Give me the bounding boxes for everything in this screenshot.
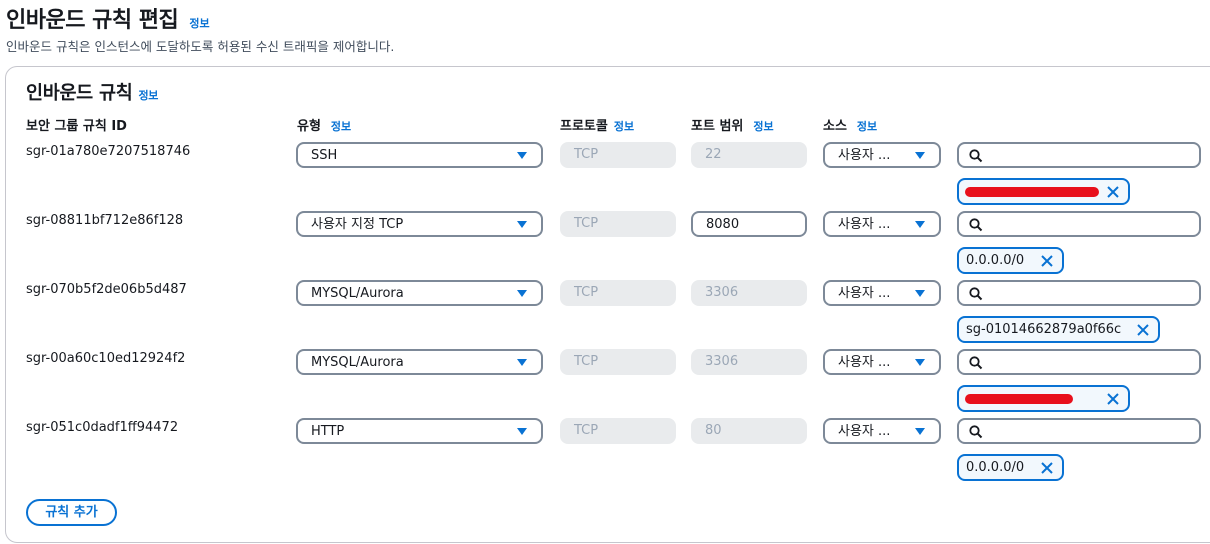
port-range-field: 3306 xyxy=(691,349,807,375)
rule-id: sgr-01a780e7207518746 xyxy=(26,144,191,159)
rule-id: sgr-070b5f2de06b5d487 xyxy=(26,282,187,297)
rule-id: sgr-08811bf712e86f128 xyxy=(26,213,184,228)
source-search-input[interactable] xyxy=(957,142,1201,168)
protocol-info-link[interactable]: 정보 xyxy=(614,120,634,133)
type-select-value: MYSQL/Aurora xyxy=(311,355,404,370)
caret-down-icon xyxy=(915,152,925,159)
close-icon[interactable] xyxy=(1040,461,1054,475)
port-range-field: 3306 xyxy=(691,280,807,306)
page-info-link[interactable]: 정보 xyxy=(189,17,209,30)
port-range-info-link[interactable]: 정보 xyxy=(753,120,773,133)
port-range-field: 22 xyxy=(691,142,807,168)
page-description: 인바운드 규칙은 인스턴스에 도달하도록 허용된 수신 트래픽을 제어합니다. xyxy=(6,39,395,54)
column-header-type-label: 유형 xyxy=(297,119,321,134)
type-select[interactable]: MYSQL/Aurora xyxy=(296,349,543,375)
source-type-select-value: 사용자 ... xyxy=(838,424,891,439)
port-range-field: 80 xyxy=(691,418,807,444)
protocol-field: TCP xyxy=(560,349,676,375)
source-type-select[interactable]: 사용자 ... xyxy=(823,349,941,375)
search-icon xyxy=(969,425,983,439)
search-icon xyxy=(969,356,983,370)
type-select[interactable]: HTTP xyxy=(296,418,543,444)
close-icon[interactable] xyxy=(1040,254,1054,268)
source-type-select[interactable]: 사용자 ... xyxy=(823,142,941,168)
column-header-source-label: 소스 xyxy=(823,119,847,134)
source-type-select-value: 사용자 ... xyxy=(838,355,891,370)
column-header-port-range: 포트 범위 정보 xyxy=(691,115,774,134)
add-rule-button[interactable]: 규칙 추가 xyxy=(26,499,117,526)
column-header-rule-id-label: 보안 그룹 규칙 ID xyxy=(26,119,127,134)
source-type-select[interactable]: 사용자 ... xyxy=(823,418,941,444)
close-icon[interactable] xyxy=(1136,323,1150,337)
page-title: 인바운드 규칙 편집 xyxy=(6,8,179,33)
protocol-field: TCP xyxy=(560,418,676,444)
source-search-input[interactable] xyxy=(957,418,1201,444)
inbound-rules-panel: 인바운드 규칙 정보 보안 그룹 규칙 ID 유형 정보 프로토콜 정보 포트 범위 정… xyxy=(5,66,1210,543)
source-token-value: sg-01014662879a0f66c xyxy=(966,322,1122,337)
port-range-input[interactable]: 8080 xyxy=(691,211,807,237)
source-type-select-value: 사용자 ... xyxy=(838,148,891,163)
search-icon xyxy=(969,287,983,301)
column-header-rule-id: 보안 그룹 규칙 ID xyxy=(26,115,127,134)
type-select-value: 사용자 지정 TCP xyxy=(311,217,404,232)
caret-down-icon xyxy=(915,428,925,435)
rule-id: sgr-00a60c10ed12924f2 xyxy=(26,351,186,366)
source-type-select-value: 사용자 ... xyxy=(838,217,891,232)
source-token[interactable]: sg-01014662879a0f66c xyxy=(957,316,1160,343)
search-icon xyxy=(969,149,983,163)
protocol-field: TCP xyxy=(560,280,676,306)
protocol-field: TCP xyxy=(560,142,676,168)
source-token[interactable]: 0.0.0.0/0 xyxy=(957,454,1064,481)
close-icon[interactable] xyxy=(1106,392,1120,406)
panel-title-text: 인바운드 규칙 xyxy=(26,83,133,104)
caret-down-icon xyxy=(517,359,527,366)
column-header-type: 유형 정보 xyxy=(297,115,351,134)
type-select-value: HTTP xyxy=(311,424,345,439)
type-select-value: MYSQL/Aurora xyxy=(311,286,404,301)
source-token[interactable] xyxy=(957,385,1130,412)
source-search-input[interactable] xyxy=(957,211,1201,237)
source-info-link[interactable]: 정보 xyxy=(857,120,877,133)
source-search-input[interactable] xyxy=(957,349,1201,375)
caret-down-icon xyxy=(915,290,925,297)
source-type-select[interactable]: 사용자 ... xyxy=(823,280,941,306)
column-header-protocol-label: 프로토콜 xyxy=(560,119,608,134)
page-header: 인바운드 규칙 편집 정보 xyxy=(6,2,210,34)
source-token[interactable]: 0.0.0.0/0 xyxy=(957,247,1064,274)
close-icon[interactable] xyxy=(1106,185,1120,199)
source-token-value: 0.0.0.0/0 xyxy=(966,253,1025,268)
caret-down-icon xyxy=(915,221,925,228)
caret-down-icon xyxy=(517,290,527,297)
search-icon xyxy=(969,218,983,232)
source-token-value: 0.0.0.0/0 xyxy=(966,460,1025,475)
column-header-port-range-label: 포트 범위 xyxy=(691,119,744,134)
redacted-token-value xyxy=(965,187,1099,197)
source-token[interactable] xyxy=(957,178,1130,205)
caret-down-icon xyxy=(517,221,527,228)
source-search-input[interactable] xyxy=(957,280,1201,306)
panel-title: 인바운드 규칙 정보 xyxy=(26,79,158,105)
type-info-link[interactable]: 정보 xyxy=(331,120,351,133)
caret-down-icon xyxy=(915,359,925,366)
protocol-field: TCP xyxy=(560,211,676,237)
redacted-token-value xyxy=(965,394,1073,404)
caret-down-icon xyxy=(517,152,527,159)
type-select-value: SSH xyxy=(311,148,338,163)
type-select[interactable]: SSH xyxy=(296,142,543,168)
column-header-protocol: 프로토콜 정보 xyxy=(560,115,634,134)
source-type-select-value: 사용자 ... xyxy=(838,286,891,301)
rule-id: sgr-051c0dadf1ff94472 xyxy=(26,420,179,435)
type-select[interactable]: MYSQL/Aurora xyxy=(296,280,543,306)
caret-down-icon xyxy=(517,428,527,435)
type-select[interactable]: 사용자 지정 TCP xyxy=(296,211,543,237)
column-header-source: 소스 정보 xyxy=(823,115,877,134)
panel-info-link[interactable]: 정보 xyxy=(138,89,158,102)
source-type-select[interactable]: 사용자 ... xyxy=(823,211,941,237)
